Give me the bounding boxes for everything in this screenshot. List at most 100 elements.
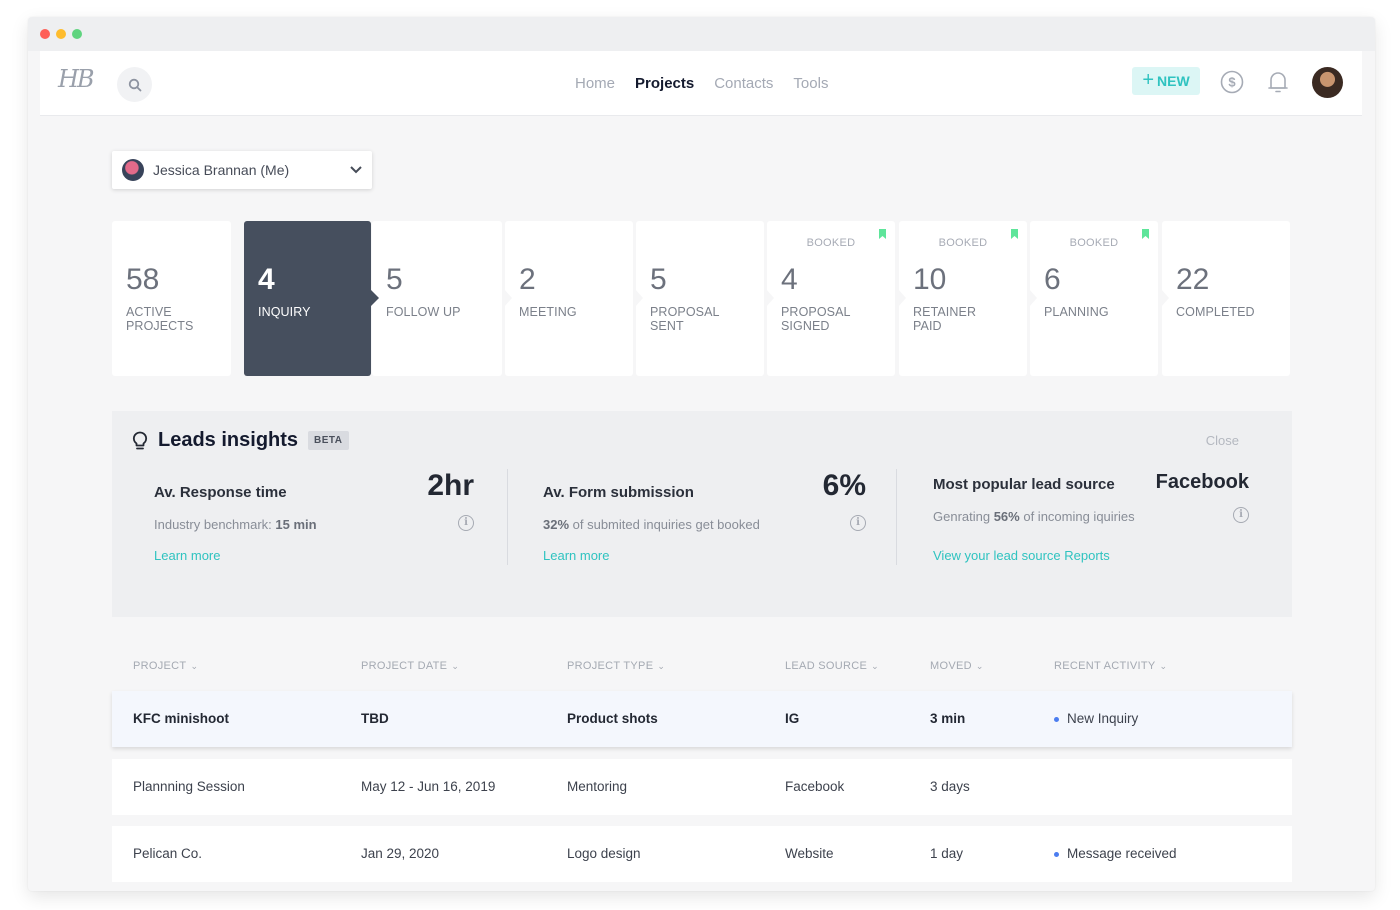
maximize-window-button[interactable] bbox=[72, 29, 82, 39]
chevron-down-icon: ⌄ bbox=[975, 661, 984, 671]
info-icon[interactable]: i bbox=[458, 515, 474, 531]
nav-contacts[interactable]: Contacts bbox=[714, 75, 773, 92]
column-moved[interactable]: MOVED ⌄ bbox=[930, 660, 984, 672]
stage-count: 22 bbox=[1176, 263, 1210, 296]
table-row[interactable]: Plannning Session May 12 - Jun 16, 2019 … bbox=[112, 759, 1292, 815]
nav-home[interactable]: Home bbox=[575, 75, 615, 92]
chevron-down-icon bbox=[350, 166, 362, 174]
stage-label: FOLLOW UP bbox=[386, 305, 461, 319]
insight-form-submission: Av. Form submission 6% 32% of submited i… bbox=[543, 469, 866, 565]
cell-moved: 3 days bbox=[930, 779, 970, 794]
logo[interactable]: HB bbox=[58, 65, 95, 93]
selected-user: Jessica Brannan (Me) bbox=[153, 162, 290, 178]
column-label: RECENT ACTIVITY bbox=[1054, 660, 1156, 672]
stage-planning[interactable]: BOOKED 6 PLANNING bbox=[1029, 221, 1158, 376]
activity-text: New Inquiry bbox=[1067, 711, 1139, 726]
cell-date: May 12 - Jun 16, 2019 bbox=[361, 779, 496, 794]
nav-projects[interactable]: Projects bbox=[635, 75, 694, 92]
stage-active-projects[interactable]: 58 ACTIVE PROJECTS bbox=[112, 221, 231, 376]
new-button[interactable]: + NEW bbox=[1132, 67, 1200, 95]
booked-label: BOOKED bbox=[938, 237, 988, 249]
insight-description: Industry benchmark: 15 min bbox=[154, 517, 317, 532]
search-button[interactable] bbox=[117, 67, 152, 102]
cell-project: Pelican Co. bbox=[133, 846, 203, 861]
column-label: PROJECT DATE bbox=[361, 660, 448, 672]
insight-value: Facebook bbox=[1155, 471, 1249, 493]
column-recent-activity[interactable]: RECENT ACTIVITY ⌄ bbox=[1054, 660, 1167, 672]
stage-proposal-sent[interactable]: 5 PROPOSAL SENT bbox=[635, 221, 764, 376]
stage-count: 5 bbox=[650, 263, 667, 296]
stage-count: 58 bbox=[126, 263, 160, 296]
stage-follow-up[interactable]: 5 FOLLOW UP bbox=[372, 221, 502, 376]
insight-response-time: Av. Response time 2hr Industry benchmark… bbox=[154, 469, 474, 565]
lead-source-reports-link[interactable]: View your lead source Reports bbox=[933, 548, 1110, 563]
stage-count: 6 bbox=[1044, 263, 1061, 296]
stage-separator bbox=[766, 289, 774, 307]
insight-heading: Av. Form submission bbox=[543, 484, 694, 501]
cell-type: Logo design bbox=[567, 846, 641, 861]
divider bbox=[507, 469, 508, 565]
stage-completed[interactable]: 22 COMPLETED bbox=[1161, 221, 1290, 376]
status-dot bbox=[1054, 716, 1059, 722]
table-row[interactable]: KFC minishoot TBD Product shots IG 3 min… bbox=[112, 691, 1292, 747]
cell-date: TBD bbox=[361, 711, 389, 726]
cell-project: KFC minishoot bbox=[133, 711, 229, 726]
booked-label: BOOKED bbox=[1069, 237, 1119, 249]
stage-label: ACTIVE PROJECTS bbox=[126, 305, 194, 333]
column-label: PROJECT bbox=[133, 660, 187, 672]
stage-count: 2 bbox=[519, 263, 536, 296]
stage-meeting[interactable]: 2 MEETING bbox=[504, 221, 633, 376]
cell-source: IG bbox=[785, 711, 800, 726]
info-icon[interactable]: i bbox=[850, 515, 866, 531]
insights-title: Leads insights bbox=[158, 429, 299, 451]
notifications-button[interactable] bbox=[1265, 69, 1291, 95]
insight-desc-text: Genrating bbox=[933, 509, 994, 524]
top-navigation: HB Home Projects Contacts Tools + NEW $ bbox=[40, 51, 1362, 116]
user-avatar[interactable] bbox=[1312, 67, 1343, 98]
table-row[interactable]: Pelican Co. Jan 29, 2020 Logo design Web… bbox=[112, 826, 1292, 882]
cell-source: Website bbox=[785, 846, 834, 861]
column-lead-source[interactable]: LEAD SOURCE ⌄ bbox=[785, 660, 879, 672]
leads-insights-panel: Leads insights BETA Close Av. Response t… bbox=[112, 411, 1292, 617]
insight-desc-text: of incoming iquiries bbox=[1019, 509, 1135, 524]
column-project-date[interactable]: PROJECT DATE ⌄ bbox=[361, 660, 459, 672]
minimize-window-button[interactable] bbox=[56, 29, 66, 39]
nav-tools[interactable]: Tools bbox=[793, 75, 828, 92]
stage-proposal-signed[interactable]: BOOKED 4 PROPOSAL SIGNED bbox=[766, 221, 895, 376]
cell-project: Plannning Session bbox=[133, 779, 245, 794]
learn-more-link[interactable]: Learn more bbox=[543, 548, 609, 563]
stage-separator bbox=[504, 289, 512, 307]
plus-icon: + bbox=[1142, 69, 1154, 91]
table-header: PROJECT ⌄ PROJECT DATE ⌄ PROJECT TYPE ⌄ LEA… bbox=[112, 660, 1292, 676]
stage-count: 5 bbox=[386, 263, 403, 296]
stage-count: 4 bbox=[258, 263, 275, 296]
lightbulb-icon bbox=[132, 431, 148, 449]
stage-label: PROPOSAL SENT bbox=[650, 305, 720, 333]
stage-label: PROPOSAL SIGNED bbox=[781, 305, 851, 333]
close-insights-button[interactable]: Close bbox=[1206, 433, 1239, 448]
title-bar bbox=[28, 17, 1375, 51]
column-project-type[interactable]: PROJECT TYPE ⌄ bbox=[567, 660, 665, 672]
stage-label: RETAINER PAID bbox=[913, 305, 977, 333]
stage-inquiry[interactable]: 4 INQUIRY bbox=[244, 221, 379, 376]
stage-retainer-paid[interactable]: BOOKED 10 RETAINER PAID bbox=[898, 221, 1027, 376]
insight-value: 6% bbox=[822, 469, 866, 502]
stage-count: 10 bbox=[913, 263, 947, 296]
cell-type: Mentoring bbox=[567, 779, 628, 794]
browser-window: HB Home Projects Contacts Tools + NEW $ … bbox=[28, 17, 1375, 891]
learn-more-link[interactable]: Learn more bbox=[154, 548, 220, 563]
stage-label: MEETING bbox=[519, 305, 577, 319]
chevron-down-icon: ⌄ bbox=[1159, 661, 1168, 671]
info-icon[interactable]: i bbox=[1233, 507, 1249, 523]
column-project[interactable]: PROJECT ⌄ bbox=[133, 660, 198, 672]
user-select-dropdown[interactable]: Jessica Brannan (Me) bbox=[112, 151, 372, 189]
chevron-down-icon: ⌄ bbox=[871, 661, 879, 671]
cell-type: Product shots bbox=[567, 711, 658, 726]
stage-separator bbox=[635, 289, 643, 307]
stage-label: PLANNING bbox=[1044, 305, 1109, 319]
payments-button[interactable]: $ bbox=[1219, 69, 1245, 95]
close-window-button[interactable] bbox=[40, 29, 50, 39]
search-icon bbox=[128, 78, 141, 91]
divider bbox=[896, 469, 897, 565]
chevron-down-icon: ⌄ bbox=[190, 661, 199, 671]
